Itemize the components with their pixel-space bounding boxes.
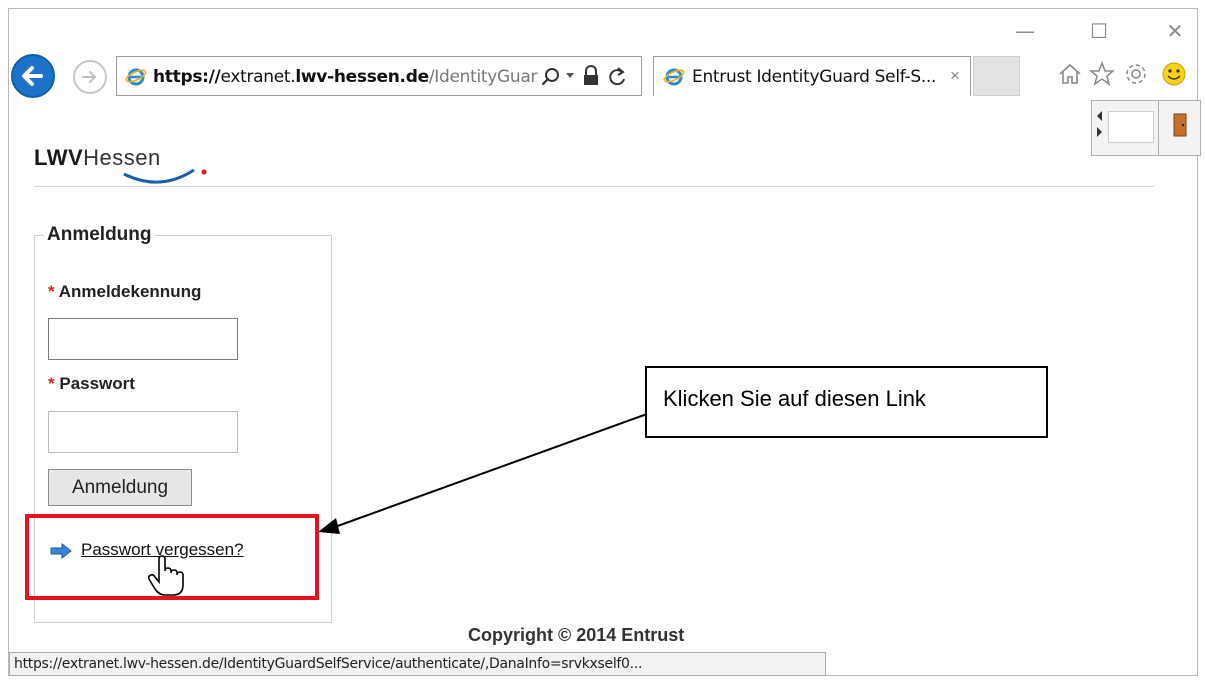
header-divider (34, 186, 1154, 187)
forward-button[interactable] (73, 60, 107, 94)
ie-logo-icon (125, 68, 147, 86)
required-mark: * (48, 374, 55, 393)
favbar-divider (1158, 101, 1159, 155)
url-scheme: https:// (153, 67, 221, 87)
favorites-bar (1091, 100, 1201, 156)
maximize-button[interactable]: ☐ (1084, 18, 1114, 44)
password-input[interactable] (48, 411, 238, 453)
tab-title: Entrust IdentityGuard Self-S... (692, 67, 937, 87)
callout-box: Klicken Sie auf diesen Link (645, 366, 1048, 438)
status-url: https://extranet.lwv-hessen.de/IdentityG… (14, 656, 643, 672)
refresh-icon[interactable] (607, 66, 627, 88)
username-label: * Anmeldekennung (48, 282, 201, 302)
url-host-prefix: extranet. (220, 67, 296, 87)
tab-close-icon[interactable]: × (950, 66, 960, 86)
copyright-text: Copyright © 2014 Entrust (468, 625, 685, 645)
callout-text: Klicken Sie auf diesen Link (663, 386, 926, 411)
door-icon[interactable] (1172, 113, 1188, 137)
status-bar: https://extranet.lwv-hessen.de/IdentityG… (9, 652, 826, 676)
arrow-right-icon (82, 71, 96, 83)
highlight-box (25, 514, 319, 600)
lock-icon[interactable] (582, 65, 600, 87)
tab-entrust[interactable]: Entrust IdentityGuard Self-S... × (653, 56, 971, 96)
password-label-text: Passwort (59, 374, 135, 393)
search-icon[interactable] (540, 66, 562, 88)
url-host: lwv-hessen.de (295, 67, 429, 87)
username-input[interactable] (48, 318, 238, 360)
required-mark: * (48, 282, 55, 301)
favorite-thumbnail[interactable] (1108, 111, 1154, 143)
arrow-left-icon (22, 66, 43, 86)
close-window-button[interactable]: ✕ (1160, 18, 1190, 44)
back-button[interactable] (11, 54, 55, 98)
address-bar[interactable]: https://extranet.lwv-hessen.de/IdentityG… (116, 56, 642, 96)
logo-text-bold: LWV (34, 145, 84, 170)
login-button[interactable]: Anmeldung (48, 469, 192, 506)
address-url[interactable]: https://extranet.lwv-hessen.de/IdentityG… (153, 67, 537, 87)
password-label: * Passwort (48, 374, 135, 394)
minimize-button[interactable]: — (1010, 18, 1040, 44)
url-path: /IdentityGuar (428, 67, 538, 87)
dropdown-arrow-icon[interactable] (565, 72, 575, 80)
login-legend: Anmeldung (44, 224, 155, 246)
favorites-star-icon[interactable] (1088, 60, 1116, 88)
username-label-text: Anmeldekennung (58, 282, 202, 301)
home-icon[interactable] (1056, 60, 1084, 88)
scroll-arrows-icon[interactable] (1096, 109, 1104, 139)
smiley-feedback-icon[interactable] (1160, 60, 1188, 88)
gear-icon[interactable] (1122, 60, 1150, 88)
ie-tab-icon (663, 68, 685, 86)
new-tab-button[interactable] (973, 56, 1020, 96)
callout-arrow-icon (318, 413, 648, 534)
